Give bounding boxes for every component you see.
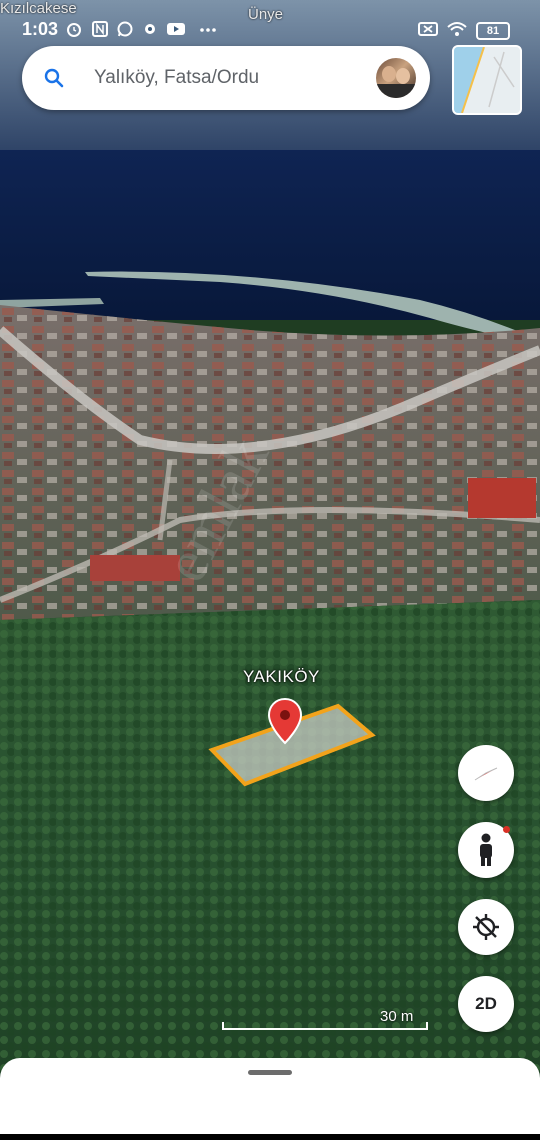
location-pin-marker[interactable]	[266, 697, 304, 745]
drag-handle[interactable]	[248, 1070, 292, 1075]
view-mode-label: 2D	[475, 994, 497, 1013]
n-notification-icon	[92, 21, 108, 37]
compass-button[interactable]	[458, 745, 514, 801]
map-layer-thumbnail[interactable]	[452, 45, 522, 115]
status-bar: Kızılcakese Ünye 1:03 81	[0, 0, 540, 44]
youtube-icon	[167, 23, 185, 35]
pegman-icon	[480, 833, 492, 866]
more-dots-icon	[200, 28, 216, 32]
place-label[interactable]: YAKIKÖY	[243, 667, 320, 687]
street-view-button[interactable]	[458, 822, 514, 878]
gear-icon	[145, 24, 155, 34]
indicator-dot	[503, 826, 510, 833]
clock: 1:03	[22, 19, 59, 39]
view-mode-button[interactable]: 2D	[458, 976, 514, 1032]
satellite-map[interactable]	[0, 0, 540, 1140]
map-place-label: Kızılcakese	[0, 0, 77, 17]
battery-icon: 81	[476, 22, 510, 40]
location-off-icon	[473, 914, 499, 940]
search-icon[interactable]	[44, 68, 64, 88]
scale-bar	[222, 1022, 428, 1030]
alarm-icon	[67, 23, 81, 37]
search-bar[interactable]: Yalıköy, Fatsa/Ordu	[22, 46, 430, 110]
my-location-button[interactable]	[458, 899, 514, 955]
map-thumbnail-icon	[454, 47, 520, 113]
avatar[interactable]	[376, 58, 416, 98]
compass-icon	[474, 767, 498, 781]
whatsapp-icon	[117, 21, 133, 37]
screen-off-icon	[418, 22, 438, 36]
navigation-bar	[0, 1134, 540, 1140]
wifi-icon	[447, 22, 467, 36]
search-input[interactable]: Yalıköy, Fatsa/Ordu	[94, 67, 259, 89]
bottom-sheet[interactable]	[0, 1058, 540, 1140]
map-place-label: Ünye	[248, 6, 284, 23]
